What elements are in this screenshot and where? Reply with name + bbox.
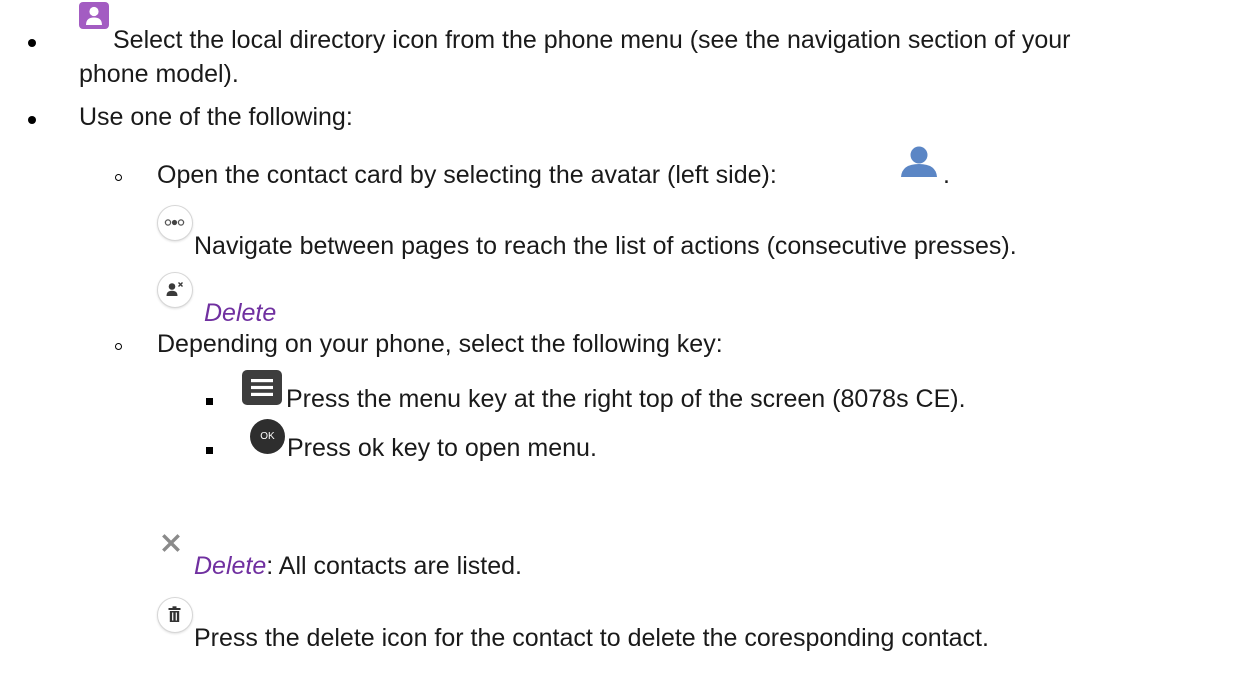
sub-sub-bullet (206, 447, 213, 454)
depending-text: Depending on your phone, select the foll… (157, 330, 723, 358)
menu-key-text: Press the menu key at the right top of t… (286, 385, 966, 413)
delete-action-label: Delete (204, 299, 277, 327)
directory-instruction-line-1: Select the local directory icon from the… (113, 26, 1071, 54)
delete-all-text: : All contacts are listed. (266, 552, 522, 580)
bullet (28, 39, 36, 47)
open-contact-text: Open the contact card by selecting the a… (157, 161, 777, 189)
close-icon (162, 530, 180, 552)
local-directory-icon (79, 2, 109, 29)
trash-icon (157, 597, 193, 633)
delete-all-label: Delete (194, 552, 267, 580)
more-pages-icon (157, 205, 193, 241)
navigate-pages-text: Navigate between pages to reach the list… (194, 232, 1017, 260)
delete-contact-text: Press the delete icon for the contact to… (194, 624, 989, 652)
ok-key-label: OK (260, 431, 275, 442)
delete-all-line: Delete: All contacts are listed. (194, 551, 522, 581)
ok-key-text: Press ok key to open menu. (287, 434, 597, 462)
open-contact-period: . (943, 161, 950, 189)
delete-contact-icon (157, 272, 193, 308)
directory-instruction-line-2: phone model). (79, 60, 239, 88)
sub-sub-bullet (206, 398, 213, 405)
use-one-of-text: Use one of the following: (79, 103, 353, 131)
sub-bullet (115, 174, 122, 181)
sub-bullet (115, 343, 122, 350)
avatar-icon (898, 145, 940, 177)
bullet (28, 116, 36, 124)
menu-key-icon (242, 370, 282, 405)
ok-key-icon: OK (250, 419, 285, 454)
